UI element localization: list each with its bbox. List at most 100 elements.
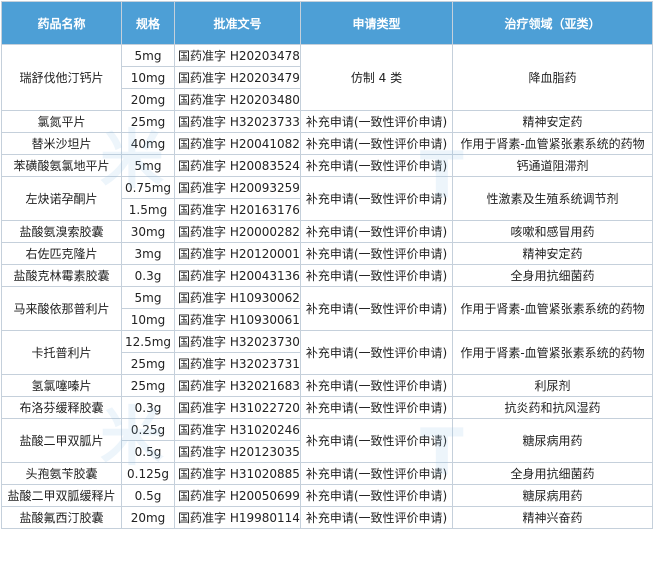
drug-approval-table-container: 米 T 米 T 药品名称 规格 批准文号 申请类型 治疗领域（亚类） 瑞舒伐他汀钙片 5m… (0, 1, 653, 561)
approval-number-cell: 国药准字 H32023731 (174, 352, 301, 375)
application-type-cell: 补充申请(一致性评价申请) (300, 132, 453, 155)
column-header-type: 申请类型 (300, 1, 453, 45)
table-row: 马来酸依那普利片 5mg 国药准字 H10930062 补充申请(一致性评价申请) 作用… (1, 286, 653, 331)
drug-name-cell: 马来酸依那普利片 (1, 286, 122, 331)
approval-number-cell: 国药准字 H19980114 (174, 506, 301, 529)
therapeutic-area-cell: 降血脂药 (452, 44, 653, 111)
application-type-cell: 补充申请(一致性评价申请) (300, 330, 453, 375)
table-row: 盐酸二甲双胍片 0.25g 国药准字 H31020246 补充申请(一致性评价申请) 糖… (1, 418, 653, 463)
application-type-cell: 补充申请(一致性评价申请) (300, 176, 453, 221)
drug-name-cell: 氢氯噻嗪片 (1, 374, 122, 397)
therapeutic-area-cell: 糖尿病用药 (452, 484, 653, 507)
approval-number-cell: 国药准字 H31020246 (174, 418, 301, 441)
approval-number-cell: 国药准字 H31020885 (174, 462, 301, 485)
application-type-cell: 补充申请(一致性评价申请) (300, 396, 453, 419)
table-row: 盐酸二甲双胍缓释片 0.5g 国药准字 H20050699 补充申请(一致性评价申请)… (1, 484, 653, 507)
approval-number-cell: 国药准字 H10930061 (174, 308, 301, 331)
application-type-cell: 补充申请(一致性评价申请) (300, 242, 453, 265)
table-body: 瑞舒伐他汀钙片 5mg 国药准字 H20203478 仿制 4 类降血脂药 10mg 国药… (1, 44, 653, 529)
table-row: 盐酸克林霉素胶囊 0.3g 国药准字 H20043136 补充申请(一致性评价申请) 全… (1, 264, 653, 287)
table-row: 苯磺酸氨氯地平片 5mg 国药准字 H20083524 补充申请(一致性评价申请) 钙通… (1, 154, 653, 177)
column-header-spec: 规格 (121, 1, 175, 45)
approval-number-cell: 国药准字 H20093259 (174, 176, 301, 199)
approval-number-cell: 国药准字 H32023733 (174, 110, 301, 133)
therapeutic-area-cell: 全身用抗细菌药 (452, 264, 653, 287)
drug-name-cell: 盐酸氟西汀胶囊 (1, 506, 122, 529)
approval-number-cell: 国药准字 H20123035 (174, 440, 301, 463)
spec-cell: 5mg (121, 44, 175, 67)
spec-cell: 0.5g (121, 440, 175, 463)
spec-cell: 25mg (121, 110, 175, 133)
table-row: 氢氯噻嗪片 25mg 国药准字 H32021683 补充申请(一致性评价申请) 利尿剂 (1, 374, 653, 397)
spec-cell: 3mg (121, 242, 175, 265)
spec-cell: 10mg (121, 66, 175, 89)
therapeutic-area-cell: 作用于肾素-血管紧张素系统的药物 (452, 132, 653, 155)
spec-cell: 25mg (121, 374, 175, 397)
spec-cell: 25mg (121, 352, 175, 375)
application-type-cell: 补充申请(一致性评价申请) (300, 286, 453, 331)
therapeutic-area-cell: 糖尿病用药 (452, 418, 653, 463)
drug-name-cell: 卡托普利片 (1, 330, 122, 375)
drug-approval-table: 药品名称 规格 批准文号 申请类型 治疗领域（亚类） 瑞舒伐他汀钙片 5mg 国药准字 H2… (1, 1, 653, 529)
approval-number-cell: 国药准字 H20041082 (174, 132, 301, 155)
spec-cell: 0.5g (121, 484, 175, 507)
application-type-cell: 补充申请(一致性评价申请) (300, 154, 453, 177)
spec-cell: 0.3g (121, 396, 175, 419)
approval-number-cell: 国药准字 H20203480 (174, 88, 301, 111)
table-row: 右佐匹克隆片 3mg 国药准字 H20120001 补充申请(一致性评价申请) 精神安定… (1, 242, 653, 265)
table-row: 卡托普利片 12.5mg 国药准字 H32023730 补充申请(一致性评价申请) 作用… (1, 330, 653, 375)
column-header-name: 药品名称 (1, 1, 122, 45)
table-row: 盐酸氟西汀胶囊 20mg 国药准字 H19980114 补充申请(一致性评价申请) 精神… (1, 506, 653, 529)
approval-number-cell: 国药准字 H20163176 (174, 198, 301, 221)
therapeutic-area-cell: 精神安定药 (452, 110, 653, 133)
approval-number-cell: 国药准字 H20203478 (174, 44, 301, 67)
table-row: 替米沙坦片 40mg 国药准字 H20041082 补充申请(一致性评价申请) 作用于肾… (1, 132, 653, 155)
therapeutic-area-cell: 作用于肾素-血管紧张素系统的药物 (452, 286, 653, 331)
spec-cell: 20mg (121, 506, 175, 529)
drug-name-cell: 苯磺酸氨氯地平片 (1, 154, 122, 177)
approval-number-cell: 国药准字 H20083524 (174, 154, 301, 177)
drug-name-cell: 瑞舒伐他汀钙片 (1, 44, 122, 111)
table-row: 氯氮平片 25mg 国药准字 H32023733 补充申请(一致性评价申请) 精神安定药 (1, 110, 653, 133)
therapeutic-area-cell: 抗炎药和抗风湿药 (452, 396, 653, 419)
application-type-cell: 补充申请(一致性评价申请) (300, 462, 453, 485)
application-type-cell: 补充申请(一致性评价申请) (300, 220, 453, 243)
approval-number-cell: 国药准字 H31022720 (174, 396, 301, 419)
column-header-area: 治疗领域（亚类） (452, 1, 653, 45)
column-header-approval: 批准文号 (174, 1, 301, 45)
spec-cell: 5mg (121, 154, 175, 177)
table-row: 头孢氨苄胶囊 0.125g 国药准字 H31020885 补充申请(一致性评价申请) 全… (1, 462, 653, 485)
drug-name-cell: 盐酸二甲双胍片 (1, 418, 122, 463)
therapeutic-area-cell: 钙通道阻滞剂 (452, 154, 653, 177)
approval-number-cell: 国药准字 H10930062 (174, 286, 301, 309)
application-type-cell: 补充申请(一致性评价申请) (300, 418, 453, 463)
drug-name-cell: 氯氮平片 (1, 110, 122, 133)
approval-number-cell: 国药准字 H20120001 (174, 242, 301, 265)
table-header-row: 药品名称 规格 批准文号 申请类型 治疗领域（亚类） (1, 1, 653, 45)
spec-cell: 0.3g (121, 264, 175, 287)
therapeutic-area-cell: 精神安定药 (452, 242, 653, 265)
therapeutic-area-cell: 全身用抗细菌药 (452, 462, 653, 485)
spec-cell: 5mg (121, 286, 175, 309)
drug-name-cell: 替米沙坦片 (1, 132, 122, 155)
therapeutic-area-cell: 性激素及生殖系统调节剂 (452, 176, 653, 221)
application-type-cell: 补充申请(一致性评价申请) (300, 110, 453, 133)
approval-number-cell: 国药准字 H32021683 (174, 374, 301, 397)
spec-cell: 30mg (121, 220, 175, 243)
table-row: 布洛芬缓释胶囊 0.3g 国药准字 H31022720 补充申请(一致性评价申请) 抗炎… (1, 396, 653, 419)
spec-cell: 40mg (121, 132, 175, 155)
therapeutic-area-cell: 精神兴奋药 (452, 506, 653, 529)
therapeutic-area-cell: 利尿剂 (452, 374, 653, 397)
approval-number-cell: 国药准字 H32023730 (174, 330, 301, 353)
application-type-cell: 补充申请(一致性评价申请) (300, 374, 453, 397)
application-type-cell: 补充申请(一致性评价申请) (300, 506, 453, 529)
drug-name-cell: 头孢氨苄胶囊 (1, 462, 122, 485)
spec-cell: 10mg (121, 308, 175, 331)
approval-number-cell: 国药准字 H20050699 (174, 484, 301, 507)
approval-number-cell: 国药准字 H20043136 (174, 264, 301, 287)
drug-name-cell: 盐酸二甲双胍缓释片 (1, 484, 122, 507)
application-type-cell: 仿制 4 类 (300, 44, 453, 111)
spec-cell: 20mg (121, 88, 175, 111)
application-type-cell: 补充申请(一致性评价申请) (300, 484, 453, 507)
approval-number-cell: 国药准字 H20000282 (174, 220, 301, 243)
